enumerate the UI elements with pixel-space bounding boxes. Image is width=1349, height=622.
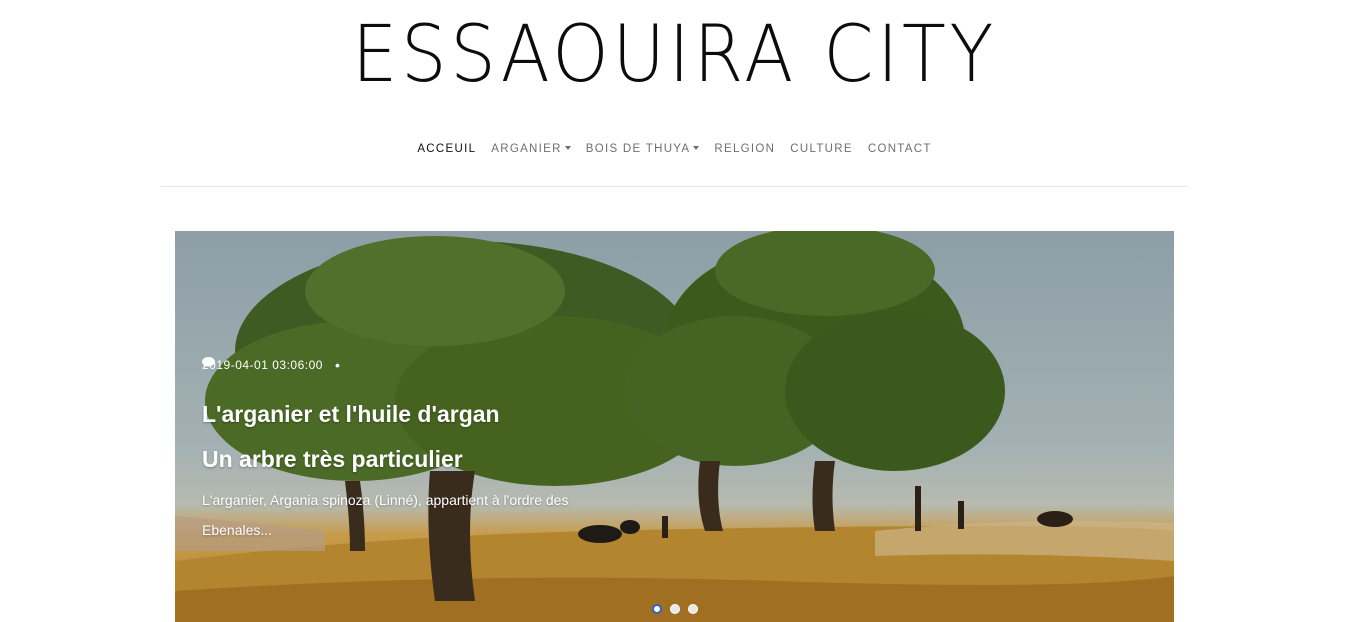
caret-down-icon [564, 146, 571, 150]
post-date: 2019-04-01 03:06:00 [202, 358, 323, 372]
carousel-indicator-3[interactable] [688, 604, 698, 614]
post-title[interactable]: L'arganier et l'huile d'argan [202, 401, 500, 428]
nav-item-arganier[interactable]: ARGANIER [491, 143, 571, 155]
post-subtitle[interactable]: Un arbre très particulier [202, 446, 463, 473]
comment-icon[interactable] [202, 357, 215, 368]
nav-item-acceuil[interactable]: ACCEUIL [417, 143, 476, 155]
post-meta: 2019-04-01 03:06:00 • [202, 357, 340, 373]
carousel-indicator-1[interactable] [652, 604, 662, 614]
nav-item-label: ACCEUIL [417, 143, 477, 155]
hero-carousel[interactable]: 2019-04-01 03:06:00 • L'arganier et l'hu… [175, 231, 1174, 622]
nav-item-label: CULTURE [790, 143, 853, 155]
nav-item-label: BOIS DE THUYA [585, 143, 691, 155]
nav-item-label: CONTACT [867, 143, 932, 155]
header-divider [161, 186, 1188, 187]
main-nav: ACCEUIL ARGANIER BOIS DE THUYA RELGION C… [0, 143, 1349, 155]
nav-item-label: ARGANIER [491, 143, 562, 155]
post-excerpt: L'arganier, Argania spinoza (Linné), app… [202, 492, 569, 538]
nav-item-contact[interactable]: CONTACT [868, 143, 932, 155]
carousel-indicator-2[interactable] [670, 604, 680, 614]
meta-separator: • [334, 357, 341, 373]
nav-item-bois-de-thuya[interactable]: BOIS DE THUYA [586, 143, 700, 155]
nav-item-label: RELGION [714, 143, 776, 155]
nav-item-relgion[interactable]: RELGION [714, 143, 775, 155]
site-title[interactable]: ESSAOUIRA CITY [54, 10, 1295, 100]
nav-item-culture[interactable]: CULTURE [790, 143, 853, 155]
carousel-indicators [652, 604, 698, 614]
caret-down-icon [693, 146, 700, 150]
